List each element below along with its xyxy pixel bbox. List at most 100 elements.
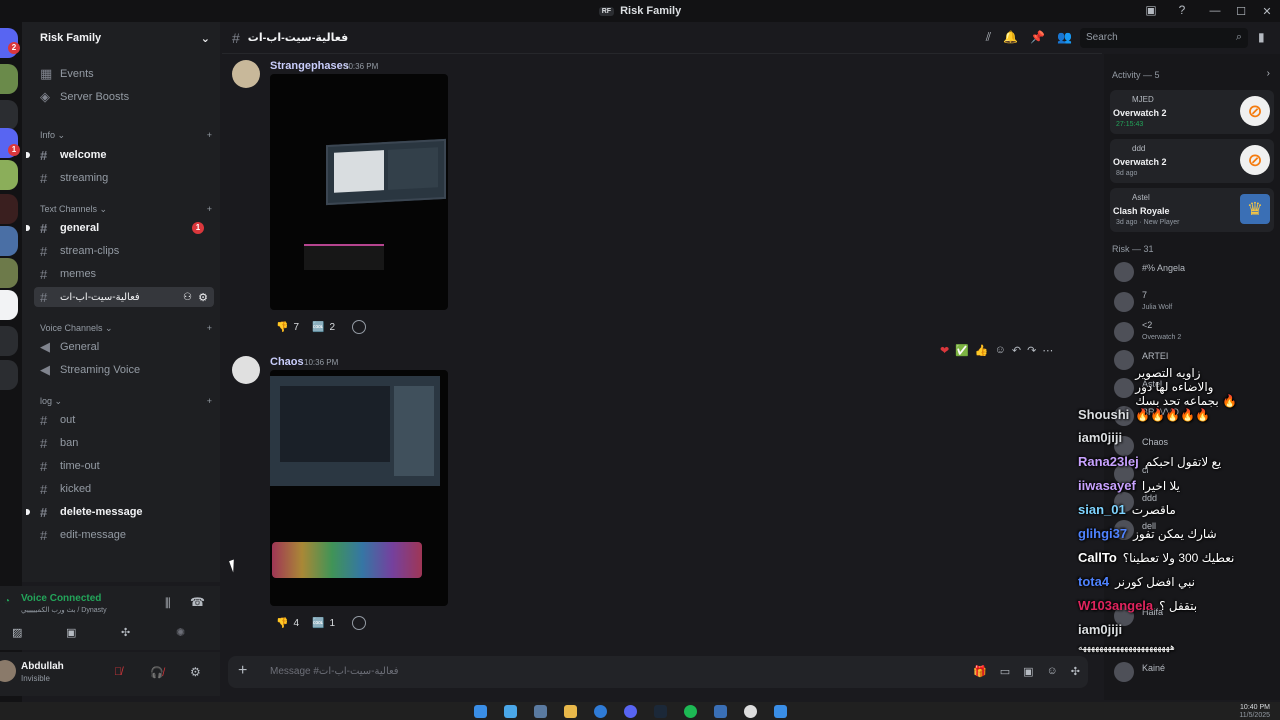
emoji-icon[interactable]: ☺ — [1047, 665, 1058, 678]
pin-icon[interactable]: 📌 — [1030, 30, 1045, 45]
screen-share-icon[interactable]: ▣ — [66, 626, 76, 639]
inbox-icon[interactable]: ▣ — [1143, 3, 1159, 19]
voice-location[interactable]: بث ورب الكميييييي / Dynasty — [21, 606, 107, 614]
reaction-thumbs-down[interactable]: 👎 4 — [276, 615, 299, 631]
apps-icon[interactable]: ✣ — [1071, 665, 1080, 678]
channel-welcome[interactable]: # welcome — [26, 145, 214, 165]
activities-icon[interactable]: ✣ — [121, 626, 130, 639]
sidebar-item-events[interactable]: ▦ Events — [34, 64, 214, 84]
channel-stream-clips[interactable]: # stream-clips — [34, 241, 214, 261]
avatar[interactable] — [0, 660, 16, 682]
gear-icon[interactable]: ⚙ — [198, 291, 208, 304]
app-icon[interactable] — [774, 705, 787, 718]
reaction-cool[interactable]: 🆒 1 — [312, 615, 335, 631]
gif-icon[interactable]: ▭ — [1000, 665, 1010, 678]
channel-kicked[interactable]: # kicked — [34, 479, 214, 499]
minimize-button[interactable]: — — [1202, 5, 1228, 17]
voice-channel-general[interactable]: ◀ General — [34, 337, 214, 357]
attach-plus-icon[interactable]: + — [238, 662, 247, 680]
activity-card[interactable]: MJED Overwatch 2 27:15:43 ⊘ — [1110, 90, 1274, 134]
start-icon[interactable] — [474, 705, 487, 718]
voice-status[interactable]: Voice Connected — [21, 593, 101, 604]
edge-icon[interactable] — [594, 705, 607, 718]
add-reaction-icon[interactable] — [352, 616, 366, 630]
settings-gear-icon[interactable]: ⚙ — [190, 665, 201, 679]
signal-icon[interactable]: ◔ — [4, 596, 10, 607]
sticker-icon[interactable]: ▣ — [1023, 665, 1033, 678]
thumbs-up-reaction-icon[interactable]: 👍 — [975, 344, 989, 357]
noise-suppression-icon[interactable]: ⫼ — [165, 596, 171, 611]
add-channel-icon[interactable]: + — [207, 396, 212, 407]
add-reaction-icon[interactable] — [352, 320, 366, 334]
search-input[interactable]: Search ⌕ — [1080, 28, 1248, 48]
member-item[interactable]: Kainé — [1114, 660, 1274, 684]
channel-edit-message[interactable]: # edit-message — [34, 525, 214, 545]
server-icon[interactable] — [0, 160, 18, 190]
member-item[interactable]: 7 Julia Wolf — [1114, 290, 1274, 314]
image-attachment[interactable] — [270, 74, 448, 310]
add-reaction-icon[interactable]: ☺ — [995, 344, 1006, 357]
gift-icon[interactable]: 🎁 — [973, 665, 987, 678]
member-item[interactable]: #% Angela — [1114, 260, 1274, 284]
channel-memes[interactable]: # memes — [34, 264, 214, 284]
file-explorer-icon[interactable] — [564, 705, 577, 718]
message-composer[interactable]: + Message #فعالية-سيت-اب-ات 🎁 ▭ ▣ ☺ ✣ — [228, 656, 1088, 688]
disconnect-icon[interactable]: ☎ — [190, 595, 205, 609]
channel-time-out[interactable]: # time-out — [34, 456, 214, 476]
reply-icon[interactable]: ↶ — [1012, 344, 1021, 357]
inbox-bookmark-icon[interactable]: ▮ — [1258, 30, 1265, 44]
copilot-icon[interactable] — [504, 705, 517, 718]
obs-icon[interactable] — [744, 705, 757, 718]
spotify-icon[interactable] — [684, 705, 697, 718]
add-channel-icon[interactable]: + — [207, 204, 212, 215]
maximize-button[interactable]: ☐ — [1228, 5, 1254, 18]
add-server-icon[interactable] — [0, 326, 18, 356]
avatar[interactable] — [232, 356, 260, 384]
threads-icon[interactable]: ⫽ — [986, 30, 991, 45]
mic-muted-icon[interactable]: 🎙̸ — [114, 666, 122, 678]
soundboard-icon[interactable]: ✺ — [176, 626, 185, 639]
server-icon[interactable] — [0, 258, 18, 288]
category-text-channels[interactable]: Text Channels ⌄ + — [40, 204, 212, 215]
avatar[interactable] — [232, 60, 260, 88]
close-button[interactable]: ✕ — [1254, 5, 1280, 18]
add-channel-icon[interactable]: + — [207, 130, 212, 141]
check-reaction-icon[interactable]: ✅ — [955, 344, 969, 357]
category-log[interactable]: log ⌄ + — [40, 396, 212, 407]
camera-off-icon[interactable]: ▨ — [12, 626, 22, 639]
member-item[interactable]: <2 Overwatch 2 — [1114, 320, 1274, 344]
category-info[interactable]: Info ⌄ + — [40, 130, 212, 141]
channel-streaming[interactable]: # streaming — [34, 168, 214, 188]
add-member-icon[interactable]: ⚇ — [183, 292, 192, 303]
discover-icon[interactable] — [0, 360, 18, 390]
reaction-thumbs-down[interactable]: 👎 7 — [276, 319, 299, 335]
channel-delete-message[interactable]: # delete-message — [26, 502, 214, 522]
add-channel-icon[interactable]: + — [207, 323, 212, 334]
server-icon[interactable] — [0, 226, 18, 256]
headphones-deafened-icon[interactable]: 🎧̸ — [150, 666, 164, 679]
voice-channel-streaming-voice[interactable]: ◀ Streaming Voice — [34, 360, 214, 380]
username[interactable]: Abdullah — [21, 661, 64, 672]
channel-out[interactable]: # out — [34, 410, 214, 430]
image-attachment[interactable] — [270, 370, 448, 606]
store-icon[interactable] — [534, 705, 547, 718]
channel-ban[interactable]: # ban — [34, 433, 214, 453]
chevron-right-icon[interactable]: › — [1267, 68, 1270, 79]
channel-setup-event[interactable]: # فعالية-سيت-اب-ات ⚇ ⚙ — [34, 287, 214, 307]
app-icon[interactable] — [714, 705, 727, 718]
message-input[interactable]: Message #فعالية-سيت-اب-ات — [270, 666, 399, 677]
bell-icon[interactable]: 🔔 — [1003, 30, 1018, 45]
help-icon[interactable]: ? — [1174, 3, 1190, 19]
server-header[interactable]: Risk Family ⌄ — [22, 22, 220, 54]
heart-reaction-icon[interactable]: ❤ — [940, 344, 949, 357]
more-icon[interactable]: ⋯ — [1042, 344, 1053, 357]
system-clock[interactable]: 10:40 PM 11/5/2025 — [1239, 704, 1270, 720]
message-author[interactable]: Chaos — [270, 356, 304, 368]
discord-icon[interactable] — [624, 705, 637, 718]
server-icon[interactable] — [0, 100, 18, 130]
server-icon[interactable] — [0, 290, 18, 320]
forward-icon[interactable]: ↷ — [1027, 344, 1036, 357]
reaction-cool[interactable]: 🆒 2 — [312, 319, 335, 335]
category-voice-channels[interactable]: Voice Channels ⌄ + — [40, 323, 212, 334]
members-icon[interactable]: 👥 — [1057, 30, 1072, 45]
